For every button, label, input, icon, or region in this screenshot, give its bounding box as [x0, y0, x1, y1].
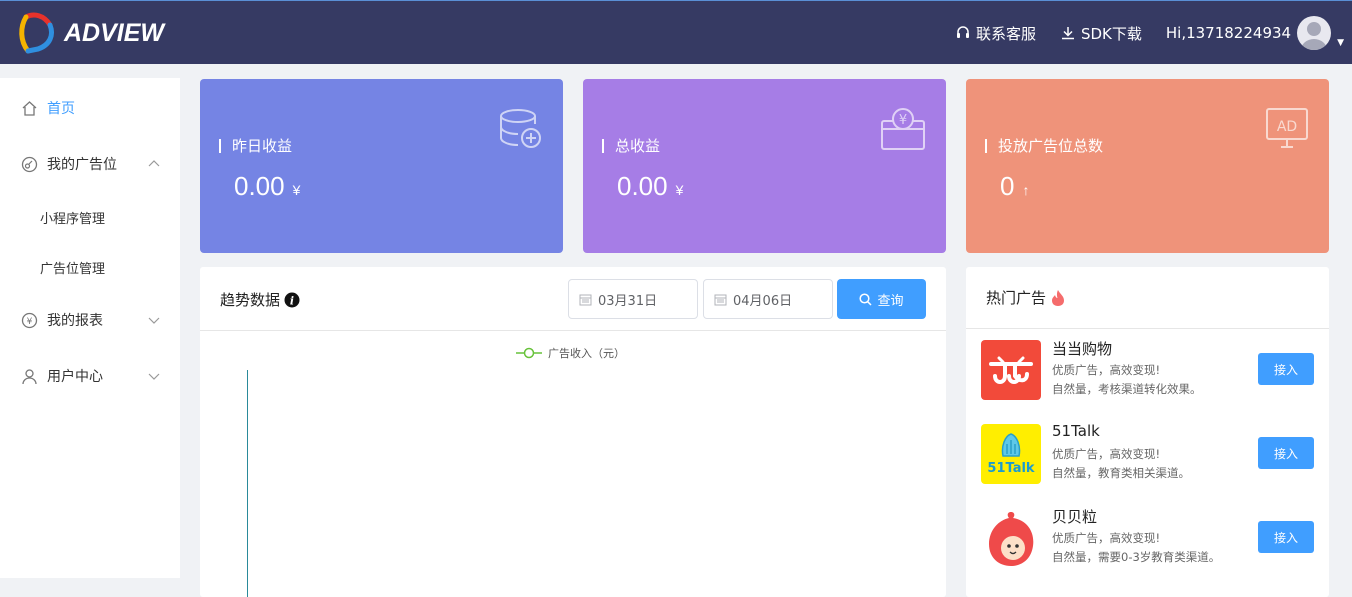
svg-text:51Talk: 51Talk — [987, 461, 1035, 476]
start-date-picker[interactable]: 03月31日 — [568, 279, 698, 319]
coins-plus-icon — [500, 109, 541, 148]
download-icon — [1061, 27, 1074, 40]
ad-desc: 自然量，考核渠道转化效果。 — [1052, 382, 1202, 396]
dangdang-logo-icon — [981, 340, 1041, 400]
card-label: 昨日收益 — [219, 135, 292, 156]
integrate-button[interactable]: 接入 — [1258, 521, 1314, 553]
chevron-down-icon — [148, 373, 160, 380]
hot-ads-header: 热门广告 — [966, 267, 1329, 329]
legend-marker-icon — [516, 347, 542, 359]
user-avatar-icon — [1301, 22, 1328, 50]
total-revenue-card: 总收益 0.00 ¥ ¥ — [583, 79, 946, 253]
sidebar-item-label: 用户中心 — [47, 369, 103, 385]
money-box-icon: ¥ — [881, 108, 925, 150]
hot-ads-panel: 热门广告 当当购物 优质广告，高效变现! 自然量，考核渠道转化效果。 接入 51… — [966, 267, 1329, 597]
51talk-logo-icon: 51Talk — [981, 424, 1041, 484]
calendar-icon — [714, 294, 727, 305]
customer-service-label: 联系客服 — [975, 24, 1036, 43]
integrate-button[interactable]: 接入 — [1258, 353, 1314, 385]
sidebar-item-my-ad-slots[interactable]: 我的广告位 — [0, 136, 180, 192]
ad-name: 51Talk — [1052, 422, 1100, 440]
card-value: 0.00 ¥ — [234, 171, 301, 201]
hot-ad-item-beibeili: 贝贝粒 优质广告，高效变现! 自然量，需要0-3岁教育类渠道。 接入 — [966, 508, 1329, 592]
end-date-picker[interactable]: 04月06日 — [703, 279, 833, 319]
fire-icon — [1052, 289, 1065, 306]
ad-screen-icon: AD — [1266, 108, 1308, 148]
ad-desc: 优质广告，高效变现! — [1052, 363, 1161, 377]
sidebar: 首页 我的广告位 小程序管理 广告位管理 ¥ 我的报表 用户中心 — [0, 78, 180, 578]
hot-ad-item-dangdang: 当当购物 优质广告，高效变现! 自然量，考核渠道转化效果。 接入 — [966, 340, 1329, 424]
card-label: 投放广告位总数 — [985, 135, 1103, 156]
info-icon[interactable]: i — [284, 292, 300, 308]
top-bar: ADVIEW 联系客服 SDK下载 Hi,13718224934 ▼ — [0, 0, 1352, 64]
ad-slot-total-card: 投放广告位总数 0 ↑ AD — [966, 79, 1329, 253]
ad-desc: 优质广告，高效变现! — [1052, 447, 1161, 461]
adview-logo[interactable]: ADVIEW — [16, 11, 164, 55]
start-date-value: 03月31日 — [598, 293, 658, 309]
svg-text:i: i — [290, 294, 294, 307]
chart-legend[interactable]: 广告收入（元） — [516, 345, 625, 361]
svg-text:AD: AD — [1277, 119, 1297, 135]
trend-header: 趋势数据 i 03月31日 04月06日 查询 — [200, 267, 946, 331]
query-button[interactable]: 查询 — [837, 279, 926, 319]
calendar-icon — [579, 294, 592, 305]
ad-desc: 自然量，教育类相关渠道。 — [1052, 466, 1190, 480]
sidebar-item-miniprogram-management[interactable]: 小程序管理 — [0, 192, 180, 242]
sidebar-item-my-reports[interactable]: ¥ 我的报表 — [0, 292, 180, 348]
sidebar-item-label: 我的报表 — [47, 313, 103, 329]
chevron-up-icon — [148, 160, 160, 167]
logo-icon — [19, 12, 54, 54]
sdk-download-label: SDK下载 — [1080, 24, 1142, 43]
hot-ads-title: 热门广告 — [986, 289, 1047, 307]
logo-text: ADVIEW — [64, 18, 164, 47]
sidebar-item-user-center[interactable]: 用户中心 — [0, 348, 180, 404]
sidebar-item-label: 我的广告位 — [47, 157, 117, 173]
sidebar-item-home[interactable]: 首页 — [0, 80, 180, 136]
query-label: 查询 — [877, 293, 904, 309]
card-label: 总收益 — [602, 135, 660, 156]
trend-panel: 趋势数据 i 03月31日 04月06日 查询 广告收入（元） — [200, 267, 946, 597]
ad-slot-icon — [20, 155, 38, 173]
user-icon — [20, 367, 38, 385]
end-date-value: 04月06日 — [733, 293, 793, 309]
user-greeting[interactable]: Hi,13718224934 — [1166, 24, 1291, 42]
sidebar-item-label: 首页 — [47, 101, 75, 117]
ad-desc: 优质广告，高效变现! — [1052, 531, 1161, 545]
user-menu-caret-icon[interactable]: ▼ — [1337, 38, 1344, 48]
home-icon — [20, 99, 38, 117]
yen-icon: ¥ — [20, 311, 38, 329]
sidebar-item-ad-slot-management[interactable]: 广告位管理 — [0, 242, 180, 292]
trend-title: 趋势数据 i — [220, 289, 300, 310]
ad-name: 当当购物 — [1052, 340, 1113, 358]
card-value: 0.00 ¥ — [617, 171, 684, 201]
search-icon — [859, 292, 873, 306]
card-value: 0 ↑ — [1000, 171, 1030, 201]
sdk-download-link[interactable]: SDK下载 — [1060, 23, 1142, 44]
avatar[interactable] — [1297, 16, 1332, 50]
hot-ad-item-51talk: 51Talk 51Talk 优质广告，高效变现! 自然量，教育类相关渠道。 接入 — [966, 422, 1329, 508]
ad-desc: 自然量，需要0-3岁教育类渠道。 — [1052, 550, 1221, 564]
yesterday-revenue-card: 昨日收益 0.00 ¥ — [200, 79, 563, 253]
headset-icon — [956, 26, 969, 38]
legend-label: 广告收入（元） — [548, 347, 625, 360]
customer-service-link[interactable]: 联系客服 — [955, 23, 1036, 44]
trend-chart — [247, 370, 248, 597]
chevron-down-icon — [148, 317, 160, 324]
top-right-menu: 联系客服 SDK下载 Hi,13718224934 ▼ — [955, 1, 1344, 65]
svg-text:¥: ¥ — [899, 113, 907, 128]
svg-text:¥: ¥ — [26, 317, 32, 327]
beibeili-logo-icon — [981, 508, 1041, 568]
ad-name: 贝贝粒 — [1052, 508, 1098, 526]
integrate-button[interactable]: 接入 — [1258, 437, 1314, 469]
